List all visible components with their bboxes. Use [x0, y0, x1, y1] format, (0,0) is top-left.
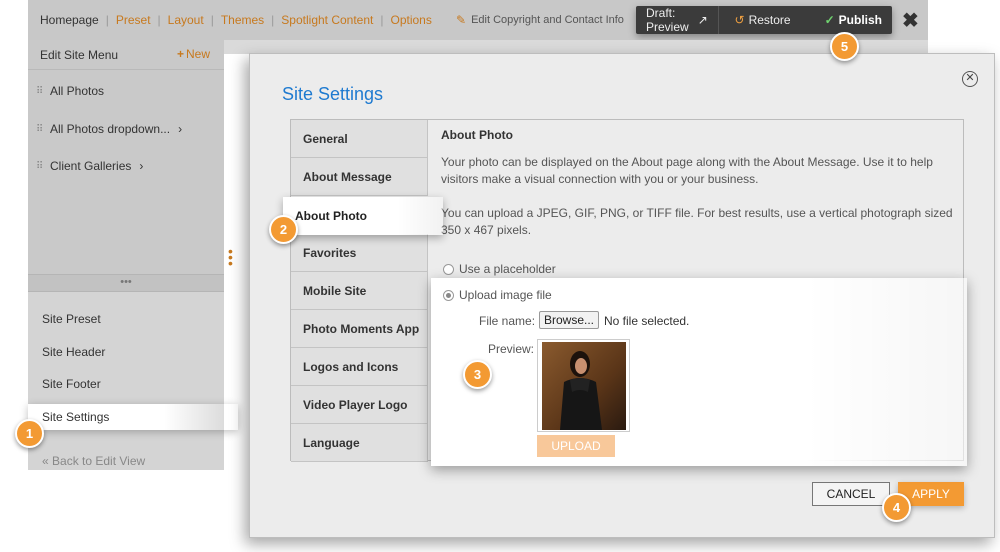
menu-item-client-galleries[interactable]: ⠿ Client Galleries › [36, 159, 143, 173]
draft-preview-label: Draft: Preview [646, 6, 689, 34]
step-badge-3: 3 [463, 360, 492, 389]
photo-preview [537, 339, 630, 432]
upload-button[interactable]: UPLOAD [537, 435, 615, 457]
step-badge-2: 2 [269, 215, 298, 244]
tab-about-message[interactable]: About Message [291, 158, 428, 196]
nav-separator: | [105, 13, 109, 27]
section-title: About Photo [441, 128, 513, 142]
tab-photo-moments-app[interactable]: Photo Moments App [291, 310, 428, 348]
new-label: New [186, 47, 211, 61]
nav-separator: | [380, 13, 384, 27]
back-to-edit-view-link[interactable]: « Back to Edit View [42, 454, 145, 468]
nav-layout[interactable]: Layout [168, 13, 204, 27]
menu-item-label: Client Galleries [50, 159, 132, 173]
use-placeholder-option[interactable]: Use a placeholder [443, 262, 556, 276]
description-text: Your photo can be displayed on the About… [441, 155, 933, 186]
tab-language[interactable]: Language [291, 424, 428, 462]
external-link-icon: ↗ [697, 13, 708, 27]
step-badge-4: 4 [882, 493, 911, 522]
site-preview-background [224, 40, 928, 54]
tab-about-photo[interactable]: About Photo [283, 197, 443, 235]
plus-icon: + [177, 47, 185, 61]
upload-option-label: Upload image file [459, 288, 552, 302]
restore-button[interactable]: ↺ Restore [719, 13, 803, 27]
nav-separator: | [210, 13, 214, 27]
site-menu-panel: Edit Site Menu + New ⠿ All Photos ⠿ All P… [28, 40, 224, 276]
drag-handle-icon[interactable]: ⠿ [36, 161, 50, 172]
close-icon[interactable]: ✕ [962, 71, 978, 87]
nav-preset[interactable]: Preset [116, 13, 151, 27]
cancel-button[interactable]: CANCEL [812, 482, 890, 506]
menu-item-all-photos-dropdown[interactable]: ⠿ All Photos dropdown... › [36, 122, 182, 136]
placeholder-label: Use a placeholder [459, 262, 556, 276]
file-name-label: File name: [479, 314, 536, 328]
sidebar-link-site-footer[interactable]: Site Footer [42, 377, 101, 391]
no-file-selected-text: No file selected. [604, 314, 690, 328]
menu-header: Edit Site Menu + New [28, 40, 224, 70]
publish-button[interactable]: ✓ Publish [803, 13, 892, 27]
site-settings-label: Site Settings [42, 410, 110, 424]
placeholder-radio[interactable] [443, 263, 454, 275]
tab-video-player-logo[interactable]: Video Player Logo [291, 386, 428, 424]
sidebar-link-site-settings[interactable]: Site Settings [28, 404, 238, 430]
browse-button[interactable]: Browse... [539, 311, 600, 329]
preview-label: Preview: [488, 342, 535, 356]
upload-image-section: Upload image file File name: Browse... N… [431, 278, 967, 466]
top-nav: Homepage | Preset | Layout | Themes | Sp… [40, 13, 432, 27]
tab-mobile-site[interactable]: Mobile Site [291, 272, 428, 310]
left-sidebar: Edit Site Menu + New ⠿ All Photos ⠿ All P… [28, 40, 238, 470]
draft-toolbar: Draft: Preview ↗ ↺ Restore ✓ Publish [636, 6, 892, 34]
file-requirements-text: You can upload a JPEG, GIF, PNG, or TIFF… [441, 206, 953, 237]
restore-icon: ↺ [734, 13, 745, 27]
nav-spotlight-content[interactable]: Spotlight Content [281, 13, 373, 27]
nav-homepage[interactable]: Homepage [40, 13, 99, 27]
restore-label: Restore [748, 13, 791, 27]
check-circle-icon: ✓ [824, 13, 835, 27]
chevron-right-icon[interactable]: › [139, 159, 143, 173]
dialog-title: Site Settings [282, 84, 384, 104]
edit-copyright-link[interactable]: ✎ Edit Copyright and Contact Info [456, 13, 624, 27]
nav-separator: | [157, 13, 161, 27]
pencil-icon: ✎ [456, 13, 467, 27]
sidebar-link-site-preset[interactable]: Site Preset [42, 312, 101, 326]
nav-options[interactable]: Options [390, 13, 431, 27]
vertical-drag-dots-icon[interactable]: • • • [228, 244, 234, 270]
publish-label: Publish [838, 13, 882, 27]
sidebar-link-site-header[interactable]: Site Header [42, 345, 105, 359]
menu-item-all-photos[interactable]: ⠿ All Photos [36, 84, 104, 98]
step-badge-5: 5 [830, 32, 859, 61]
close-icon[interactable]: ✖ [902, 8, 919, 33]
menu-title: Edit Site Menu [40, 48, 119, 62]
chevron-right-icon[interactable]: › [178, 122, 182, 136]
tab-favorites[interactable]: Favorites [291, 234, 428, 272]
preview-photo-image [542, 342, 626, 430]
step-badge-1: 1 [15, 419, 44, 448]
draft-preview-button[interactable]: Draft: Preview ↗ [636, 6, 718, 34]
back-label: Back to Edit View [52, 454, 146, 468]
tab-logos-and-icons[interactable]: Logos and Icons [291, 348, 428, 386]
drag-handle-icon[interactable]: ⠿ [36, 86, 50, 97]
upload-image-option[interactable]: Upload image file [443, 288, 552, 302]
new-menu-item-button[interactable]: + New [177, 47, 210, 61]
drag-handle-icon[interactable]: ⠿ [36, 124, 50, 135]
upload-radio[interactable] [443, 289, 454, 301]
menu-item-label: All Photos [50, 84, 105, 98]
tab-general[interactable]: General [291, 120, 428, 158]
nav-separator: | [271, 13, 275, 27]
edit-copyright-label: Edit Copyright and Contact Info [471, 14, 624, 26]
menu-item-label: All Photos dropdown... [50, 122, 171, 136]
nav-themes[interactable]: Themes [221, 13, 264, 27]
panel-resize-handle[interactable]: ••• [28, 274, 224, 292]
settings-tabs: General About Message Favorites Mobile S… [291, 120, 428, 462]
